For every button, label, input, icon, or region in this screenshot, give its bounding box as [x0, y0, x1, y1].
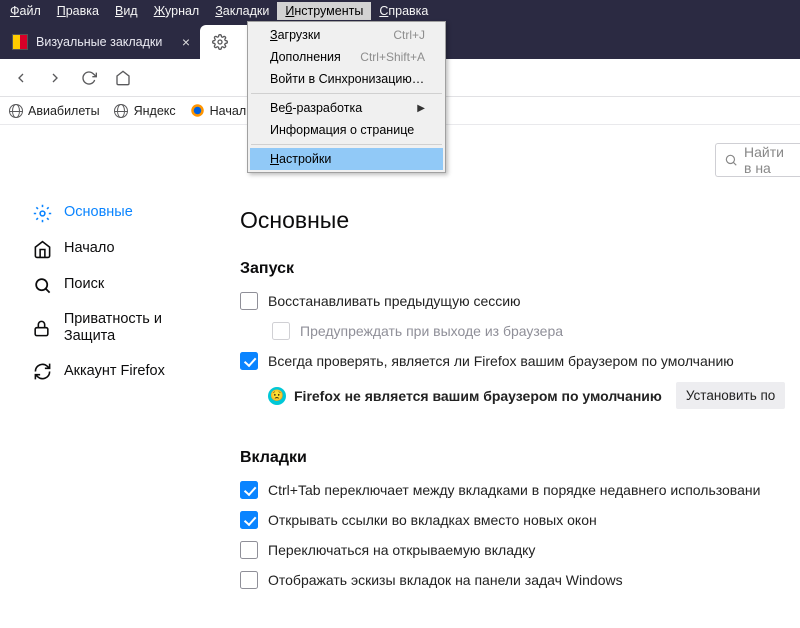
page-title: Основные	[240, 207, 800, 234]
sidebar-item-privacy[interactable]: Приватность и Защита	[28, 303, 220, 354]
sidebar-item-account[interactable]: Аккаунт Firefox	[28, 354, 220, 390]
bookmark-yandex[interactable]: Яндекс	[114, 103, 176, 118]
set-default-button[interactable]: Установить по	[676, 382, 785, 409]
tab-visual-bookmarks[interactable]: Визуальные закладки ×	[0, 25, 200, 59]
checkbox-icon	[240, 541, 258, 559]
checkbox-warn-quit: Предупреждать при выходе из браузера	[272, 322, 800, 340]
menu-webdev[interactable]: Веб-разработка▶	[250, 97, 443, 119]
back-button[interactable]	[6, 63, 36, 93]
reload-button[interactable]	[74, 63, 104, 93]
sync-icon	[32, 362, 52, 382]
settings-main: Найти в на Основные Запуск Восстанавлива…	[230, 125, 800, 628]
checkbox-icon	[240, 352, 258, 370]
status-text: Firefox не является вашим браузером по у…	[294, 388, 662, 404]
checkbox-icon	[240, 292, 258, 310]
firefox-icon	[190, 103, 205, 118]
checkbox-icon	[272, 322, 290, 340]
lock-icon	[32, 318, 52, 338]
sidebar-item-label: Начало	[64, 240, 115, 257]
menu-settings[interactable]: Настройки	[250, 148, 443, 170]
menu-file[interactable]: Файл	[2, 2, 49, 20]
tools-dropdown: ЗагрузкиCtrl+J ДополненияCtrl+Shift+A Во…	[247, 21, 446, 173]
globe-icon	[8, 103, 23, 118]
favicon-vb	[12, 34, 28, 50]
menu-tools[interactable]: Инструменты	[277, 2, 371, 20]
checkbox-always-check-default[interactable]: Всегда проверять, является ли Firefox ва…	[240, 352, 800, 370]
checkbox-icon	[240, 571, 258, 589]
checkbox-icon	[240, 481, 258, 499]
menubar: Файл Правка Вид Журнал Закладки Инструме…	[0, 0, 800, 21]
menu-view[interactable]: Вид	[107, 2, 146, 20]
gear-icon	[212, 34, 228, 50]
globe-icon	[114, 103, 129, 118]
checkbox-restore-session[interactable]: Восстанавливать предыдущую сессию	[240, 292, 800, 310]
checkbox-icon	[240, 511, 258, 529]
sidebar-item-label: Основные	[64, 204, 133, 221]
home-button[interactable]	[108, 63, 138, 93]
search-icon	[32, 275, 52, 295]
sidebar-item-search[interactable]: Поиск	[28, 267, 220, 303]
menu-separator	[251, 93, 442, 94]
bookmark-aviabilety[interactable]: Авиабилеты	[8, 103, 100, 118]
menu-edit[interactable]: Правка	[49, 2, 107, 20]
sidebar-item-general[interactable]: Основные	[28, 195, 220, 231]
section-tabs: Вкладки	[240, 449, 800, 467]
menu-bookmarks[interactable]: Закладки	[207, 2, 277, 20]
menu-help[interactable]: Справка	[371, 2, 436, 20]
forward-button[interactable]	[40, 63, 70, 93]
settings-content: Основные Начало Поиск Приватность и Защи…	[0, 125, 800, 628]
sidebar-item-label: Поиск	[64, 276, 104, 293]
info-icon: 😟	[268, 387, 286, 405]
menu-sync[interactable]: Войти в Синхронизацию…	[250, 68, 443, 90]
sidebar-item-label: Аккаунт Firefox	[64, 363, 165, 380]
sidebar-item-label: Приватность и Защита	[64, 311, 216, 346]
menu-pageinfo[interactable]: Информация о странице	[250, 119, 443, 141]
search-placeholder: Найти в на	[744, 144, 792, 176]
search-input[interactable]: Найти в на	[715, 143, 800, 177]
sidebar-item-home[interactable]: Начало	[28, 231, 220, 267]
checkbox-ctrl-tab[interactable]: Ctrl+Tab переключает между вкладками в п…	[240, 481, 800, 499]
checkbox-open-links-tabs[interactable]: Открывать ссылки во вкладках вместо новы…	[240, 511, 800, 529]
menu-separator	[251, 144, 442, 145]
search-icon	[724, 153, 738, 167]
chevron-right-icon: ▶	[417, 103, 425, 114]
section-startup: Запуск	[240, 260, 800, 278]
menu-history[interactable]: Журнал	[146, 2, 208, 20]
menu-addons[interactable]: ДополненияCtrl+Shift+A	[250, 46, 443, 68]
menu-downloads[interactable]: ЗагрузкиCtrl+J	[250, 24, 443, 46]
settings-sidebar: Основные Начало Поиск Приватность и Защи…	[0, 125, 230, 628]
tab-close-icon[interactable]: ×	[182, 34, 190, 50]
default-browser-status: 😟 Firefox не является вашим браузером по…	[268, 382, 800, 409]
tab-title: Визуальные закладки	[36, 35, 176, 49]
bookmark-start[interactable]: Началь	[190, 103, 253, 118]
gear-icon	[32, 203, 52, 223]
home-icon	[32, 239, 52, 259]
checkbox-tab-thumbnails[interactable]: Отображать эскизы вкладок на панели зада…	[240, 571, 800, 589]
checkbox-switch-to-tab[interactable]: Переключаться на открываемую вкладку	[240, 541, 800, 559]
